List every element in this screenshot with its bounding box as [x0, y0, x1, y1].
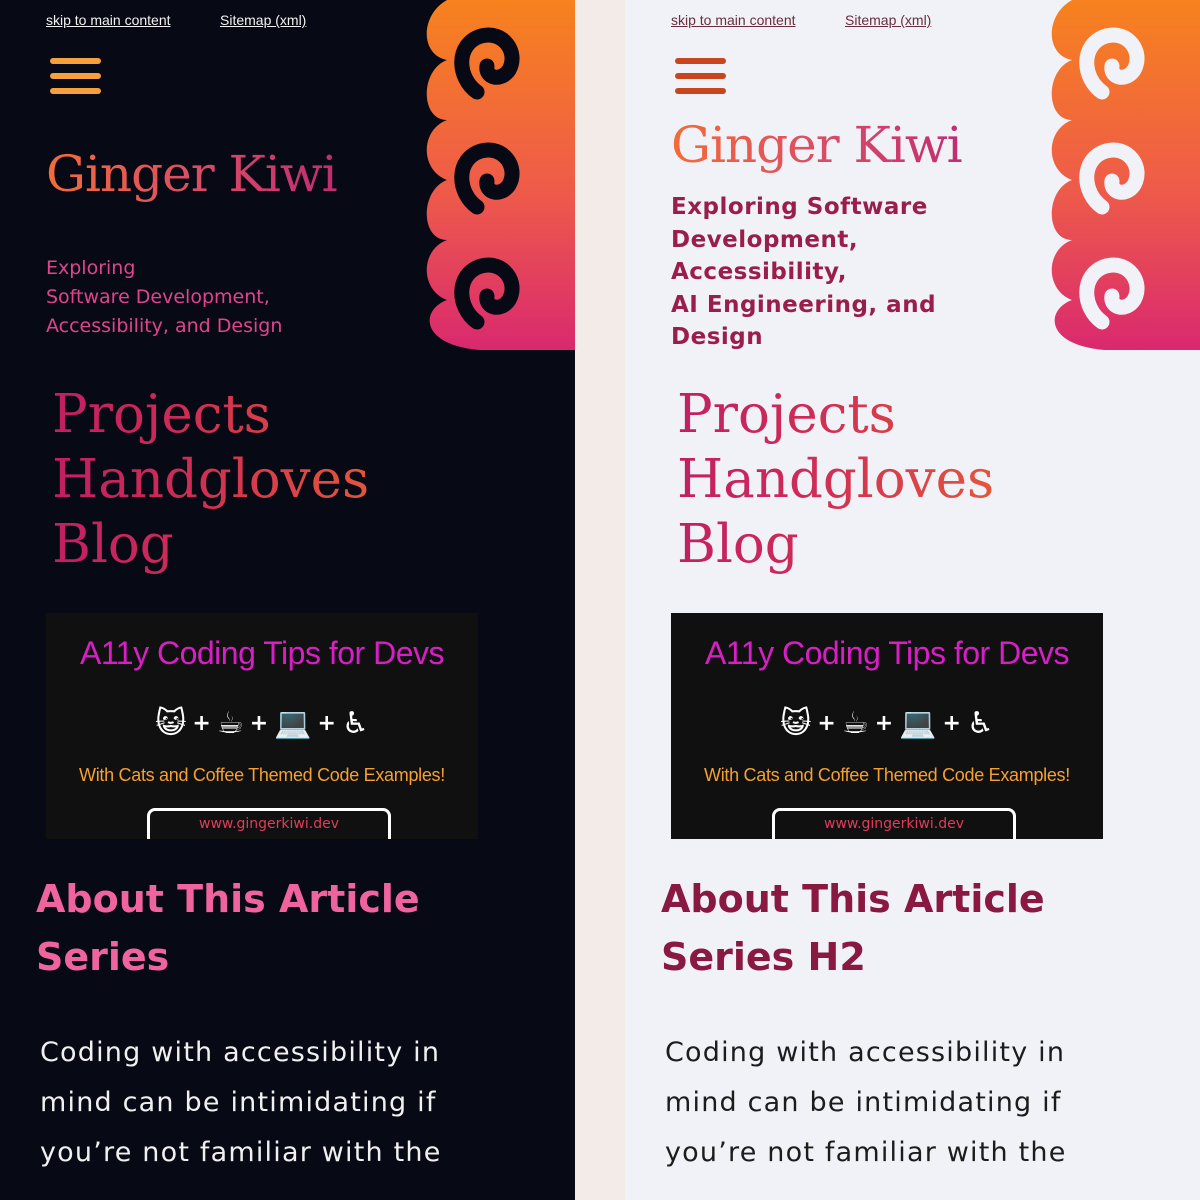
tagline-line: Accessibility, and Design: [46, 315, 283, 337]
skip-to-main-content-link[interactable]: skip to main content: [46, 12, 171, 28]
wheelchair-icon: ♿: [341, 706, 369, 741]
spiral-decoration: [1050, 0, 1200, 350]
cat-face-icon: 😺: [780, 706, 812, 741]
article-banner-image: A11y Coding Tips for Devs 😺 + ☕ + 💻 + ♿ With C…: [46, 613, 478, 839]
banner-emoji-row: 😺 + ☕ + 💻 + ♿: [780, 706, 994, 741]
paragraph-line: you’re not familiar with the: [665, 1137, 1067, 1168]
hamburger-menu-icon[interactable]: [50, 58, 101, 96]
tagline-line: Accessibility,: [671, 259, 847, 285]
banner-url-box: www.gingerkiwi.dev: [772, 808, 1016, 839]
light-mode-preview: skip to main content Sitemap (xml) Ginge…: [625, 0, 1200, 1200]
nav-link-projects[interactable]: Projects: [677, 382, 994, 447]
main-navigation: Projects Handgloves Blog: [52, 382, 369, 577]
banner-title: A11y Coding Tips for Devs: [705, 635, 1069, 671]
article-banner-image: A11y Coding Tips for Devs 😺 + ☕ + 💻 + ♿ With C…: [671, 613, 1103, 839]
nav-link-blog[interactable]: Blog: [52, 512, 369, 577]
paragraph-line: mind can be intimidating if: [665, 1087, 1062, 1118]
tagline-line: Exploring: [46, 257, 136, 279]
paragraph-line: Coding with accessibility in: [40, 1037, 441, 1068]
nav-link-handgloves[interactable]: Handgloves: [52, 447, 369, 512]
banner-subtitle: With Cats and Coffee Themed Code Example…: [704, 765, 1070, 785]
tagline-line: Design: [671, 324, 764, 350]
banner-emoji-row: 😺 + ☕ + 💻 + ♿: [155, 706, 369, 741]
coffee-icon: ☕: [216, 706, 244, 741]
tagline-line: Software Development,: [46, 286, 270, 308]
site-title[interactable]: Ginger Kiwi: [46, 145, 338, 203]
coffee-icon: ☕: [841, 706, 869, 741]
skip-to-main-content-link[interactable]: skip to main content: [671, 12, 796, 28]
article-paragraph: Coding with accessibility in mind can be…: [665, 1028, 1165, 1178]
banner-title: A11y Coding Tips for Devs: [80, 635, 444, 671]
laptop-icon: 💻: [899, 706, 937, 741]
nav-link-blog[interactable]: Blog: [677, 512, 994, 577]
paragraph-line: mind can be intimidating if: [40, 1087, 437, 1118]
dark-mode-preview: skip to main content Sitemap (xml) Ginge…: [0, 0, 575, 1200]
tagline-line: Exploring Software: [671, 194, 928, 220]
article-heading: About This Article Series H2: [661, 877, 1045, 979]
nav-link-projects[interactable]: Projects: [52, 382, 369, 447]
cat-face-icon: 😺: [155, 706, 187, 741]
nav-link-handgloves[interactable]: Handgloves: [677, 447, 994, 512]
site-title[interactable]: Ginger Kiwi: [671, 116, 963, 174]
main-navigation: Projects Handgloves Blog: [677, 382, 994, 577]
paragraph-line: you’re not familiar with the: [40, 1137, 442, 1168]
article-heading: About This Article Series: [36, 877, 420, 979]
article-paragraph: Coding with accessibility in mind can be…: [40, 1028, 540, 1178]
paragraph-line: Coding with accessibility in: [665, 1037, 1066, 1068]
site-tagline: Exploring Software Development, Accessib…: [671, 191, 936, 354]
banner-url-box: www.gingerkiwi.dev: [147, 808, 391, 839]
wheelchair-icon: ♿: [966, 706, 994, 741]
banner-url: www.gingerkiwi.dev: [199, 816, 339, 832]
sitemap-link[interactable]: Sitemap (xml): [220, 12, 306, 28]
panel-gutter: [575, 0, 625, 1200]
tagline-line: AI Engineering, and: [671, 291, 937, 318]
laptop-icon: 💻: [274, 706, 312, 741]
site-tagline: Exploring Software Development, Accessib…: [46, 254, 282, 341]
banner-subtitle: With Cats and Coffee Themed Code Example…: [79, 765, 445, 785]
tagline-line: Development,: [671, 226, 859, 253]
hamburger-menu-icon[interactable]: [675, 58, 726, 96]
spiral-decoration: [425, 0, 575, 350]
sitemap-link[interactable]: Sitemap (xml): [845, 12, 931, 28]
banner-url: www.gingerkiwi.dev: [824, 816, 964, 832]
